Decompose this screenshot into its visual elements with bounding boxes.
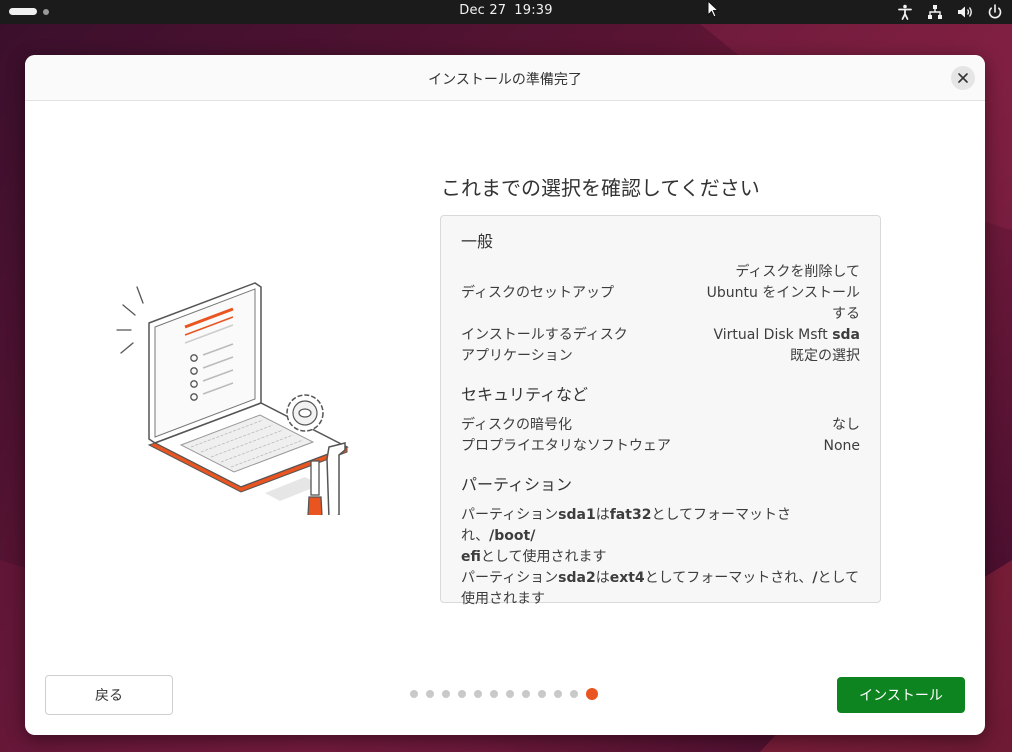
install-disk-device: sda [832,327,860,343]
back-button[interactable]: 戻る [45,675,173,715]
p1-mount-b: efi [461,549,481,565]
install-disk-value: Virtual Disk Msft sda [700,325,860,346]
applications-label: アプリケーション [461,348,573,364]
p2-prefix: パーティション [461,570,559,586]
row-install-disk: インストールするディスク Virtual Disk Msft sda [461,325,860,346]
p1-fs: fat32 [609,507,652,523]
power-icon[interactable] [986,3,1004,21]
install-button[interactable]: インストール [837,677,965,713]
dialog-title: インストールの準備完了 [428,72,582,88]
step-dot-active [586,688,598,700]
p1-mount-a: /boot/ [489,528,536,544]
step-dot [570,690,578,698]
installer-dialog: インストールの準備完了 これまでの選択を確認してください 一般 ディスクのセット… [25,55,985,735]
clock-time: 19:39 [514,3,553,18]
laptop-tools-illustration [116,282,349,515]
step-progress-dots [410,688,598,700]
p2-mid1: は [595,570,610,586]
volume-icon[interactable] [956,3,974,21]
section-title-partitions: パーティション [461,475,573,494]
step-dot [410,690,418,698]
applications-value: 既定の選択 [790,348,860,364]
p1-prefix: パーティション [461,507,559,523]
accessibility-icon[interactable] [896,3,914,21]
summary-panel: 一般 ディスクのセットアップ ディスクを削除して Ubuntu をインストール … [440,215,881,607]
close-icon [958,73,968,83]
clock-date: Dec 27 [459,3,507,18]
step-dot [426,690,434,698]
disk-setup-value-line: する [832,306,860,322]
p1-device: sda1 [558,507,596,523]
network-icon[interactable] [926,3,944,21]
step-dot [506,690,514,698]
row-proprietary: プロプライエタリなソフトウェア None [461,436,860,457]
disk-setup-value: ディスクを削除して Ubuntu をインストール する [700,262,860,325]
close-button[interactable] [951,66,975,90]
proprietary-value: None [823,438,860,454]
clock[interactable]: Dec 27 19:39 [0,3,1012,18]
p2-fs: ext4 [609,570,645,586]
step-dot [490,690,498,698]
row-disk-setup: ディスクのセットアップ ディスクを削除して Ubuntu をインストール する [461,262,860,325]
install-disk-label: インストールするディスク [461,327,628,343]
disk-setup-value-line: ディスクを削除して [735,264,860,280]
disk-setup-value-line: Ubuntu をインストール [706,285,860,301]
partition-sda2: パーティションsda2はext4としてフォーマットされ、/として 使用されます [461,568,860,610]
row-encryption: ディスクの暗号化 なし [461,415,860,436]
p1-mid1: は [595,507,610,523]
dialog-header: インストールの準備完了 [25,55,985,101]
row-applications: アプリケーション 既定の選択 [461,346,860,367]
step-dot [554,690,562,698]
install-disk-model: Virtual Disk Msft [713,327,828,343]
encryption-label: ディスクの暗号化 [461,417,573,433]
system-tray[interactable] [896,3,1004,21]
p2-device: sda2 [558,570,596,586]
encryption-value: なし [832,417,860,433]
page-heading: これまでの選択を確認してください [441,176,760,200]
step-dot [458,690,466,698]
p2-mid2: としてフォーマットされ、 [644,570,813,586]
p1-suffix: として使用されます [480,549,607,565]
section-title-general: 一般 [461,232,494,251]
mouse-cursor-icon [707,0,720,18]
partition-sda1: パーティションsda1はfat32としてフォーマットされ、/boot/efiとし… [461,505,860,568]
step-dot [474,690,482,698]
p2-suffix-b: 使用されます [461,591,545,607]
step-dot [538,690,546,698]
proprietary-label: プロプライエタリなソフトウェア [461,438,671,454]
disk-setup-label: ディスクのセットアップ [461,285,615,301]
step-dot [442,690,450,698]
p2-suffix-a: として [817,570,860,586]
section-title-security: セキュリティなど [461,385,589,404]
top-bar: Dec 27 19:39 [0,0,1012,24]
step-dot [522,690,530,698]
